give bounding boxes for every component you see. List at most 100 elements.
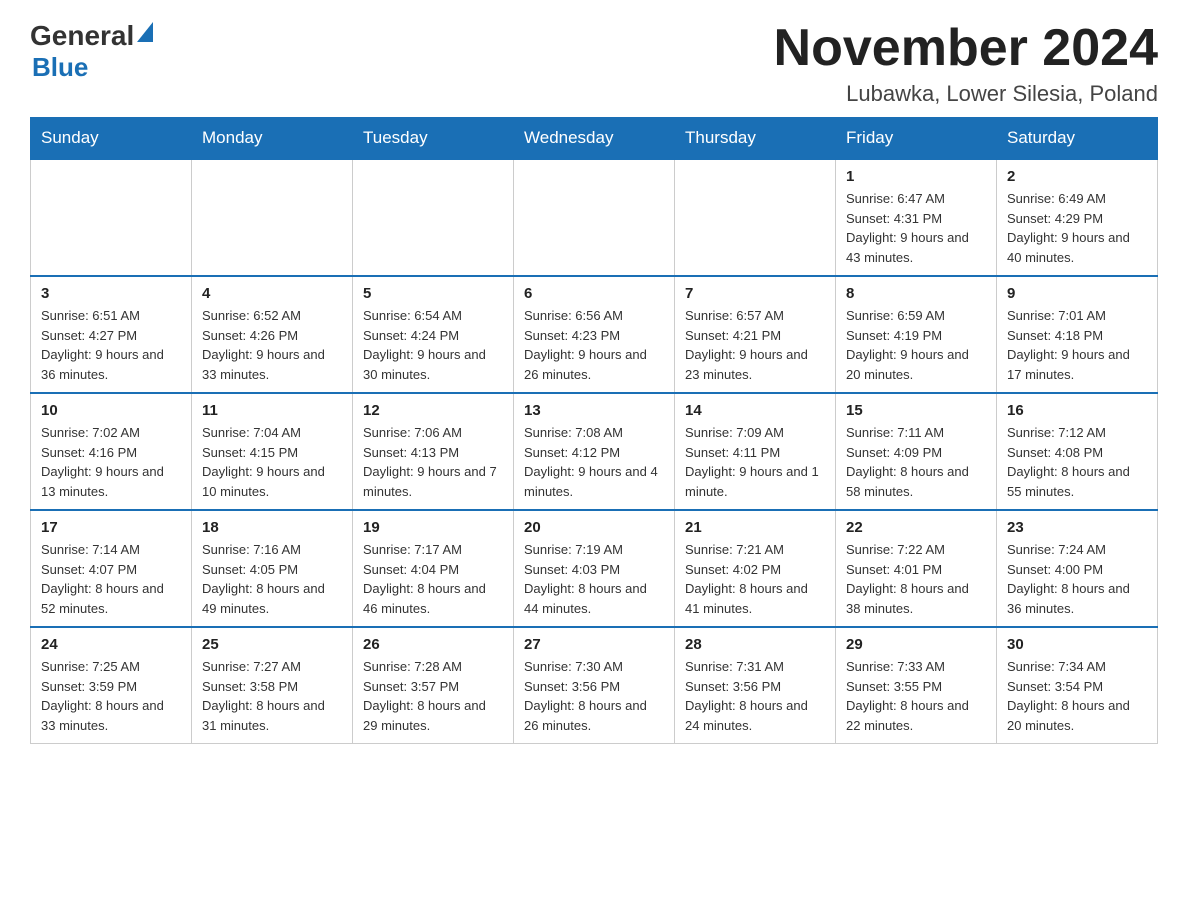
- weekday-header-wednesday: Wednesday: [514, 118, 675, 160]
- day-info: Sunrise: 6:59 AMSunset: 4:19 PMDaylight:…: [846, 306, 986, 384]
- calendar-cell: 8 Sunrise: 6:59 AMSunset: 4:19 PMDaylight…: [836, 276, 997, 393]
- day-number: 10: [41, 402, 181, 419]
- calendar-cell: 15 Sunrise: 7:11 AMSunset: 4:09 PMDayligh…: [836, 393, 997, 510]
- calendar-cell: 27 Sunrise: 7:30 AMSunset: 3:56 PMDayligh…: [514, 627, 675, 744]
- day-number: 14: [685, 402, 825, 419]
- day-info: Sunrise: 7:22 AMSunset: 4:01 PMDaylight:…: [846, 540, 986, 618]
- calendar-cell: 14Sunrise: 7:09 AMSunset: 4:11 PMDayligh…: [675, 393, 836, 510]
- month-title: November 2024: [774, 20, 1158, 77]
- day-number: 22: [846, 519, 986, 536]
- day-number: 2: [1007, 168, 1147, 185]
- day-info: Sunrise: 7:11 AMSunset: 4:09 PMDaylight:…: [846, 423, 986, 501]
- logo-line1: General: [30, 20, 153, 52]
- logo-general-text: General: [30, 20, 134, 52]
- calendar-cell: 12 Sunrise: 7:06 AMSunset: 4:13 PMDayligh…: [353, 393, 514, 510]
- day-info: Sunrise: 6:56 AMSunset: 4:23 PMDaylight:…: [524, 306, 664, 384]
- weekday-header-saturday: Saturday: [997, 118, 1158, 160]
- calendar-cell: 19Sunrise: 7:17 AMSunset: 4:04 PMDayligh…: [353, 510, 514, 627]
- calendar-cell: [192, 159, 353, 276]
- day-info: Sunrise: 7:31 AMSunset: 3:56 PMDaylight:…: [685, 657, 825, 735]
- title-area: November 2024 Lubawka, Lower Silesia, Po…: [774, 20, 1158, 107]
- weekday-header-friday: Friday: [836, 118, 997, 160]
- day-info: Sunrise: 6:47 AMSunset: 4:31 PMDaylight:…: [846, 189, 986, 267]
- calendar-cell: [353, 159, 514, 276]
- weekday-header-tuesday: Tuesday: [353, 118, 514, 160]
- logo: General Blue: [30, 20, 153, 83]
- day-number: 7: [685, 285, 825, 302]
- day-info: Sunrise: 7:25 AMSunset: 3:59 PMDaylight:…: [41, 657, 181, 735]
- day-number: 6: [524, 285, 664, 302]
- calendar-cell: 26Sunrise: 7:28 AMSunset: 3:57 PMDayligh…: [353, 627, 514, 744]
- day-info: Sunrise: 7:04 AMSunset: 4:15 PMDaylight:…: [202, 423, 342, 501]
- calendar-cell: 7 Sunrise: 6:57 AMSunset: 4:21 PMDaylight…: [675, 276, 836, 393]
- calendar-cell: 1 Sunrise: 6:47 AMSunset: 4:31 PMDaylight…: [836, 159, 997, 276]
- calendar-cell: 29 Sunrise: 7:33 AMSunset: 3:55 PMDayligh…: [836, 627, 997, 744]
- calendar-header-row: SundayMondayTuesdayWednesdayThursdayFrid…: [31, 118, 1158, 160]
- day-number: 17: [41, 519, 181, 536]
- calendar-cell: 23 Sunrise: 7:24 AMSunset: 4:00 PMDayligh…: [997, 510, 1158, 627]
- calendar-week-row: 24Sunrise: 7:25 AMSunset: 3:59 PMDayligh…: [31, 627, 1158, 744]
- day-info: Sunrise: 7:06 AMSunset: 4:13 PMDaylight:…: [363, 423, 503, 501]
- calendar-cell: 9Sunrise: 7:01 AMSunset: 4:18 PMDaylight…: [997, 276, 1158, 393]
- day-info: Sunrise: 6:49 AMSunset: 4:29 PMDaylight:…: [1007, 189, 1147, 267]
- calendar-week-row: 10 Sunrise: 7:02 AMSunset: 4:16 PMDayligh…: [31, 393, 1158, 510]
- day-info: Sunrise: 6:51 AMSunset: 4:27 PMDaylight:…: [41, 306, 181, 384]
- day-info: Sunrise: 7:16 AMSunset: 4:05 PMDaylight:…: [202, 540, 342, 618]
- day-info: Sunrise: 6:54 AMSunset: 4:24 PMDaylight:…: [363, 306, 503, 384]
- calendar-cell: 18 Sunrise: 7:16 AMSunset: 4:05 PMDayligh…: [192, 510, 353, 627]
- day-number: 29: [846, 636, 986, 653]
- day-info: Sunrise: 7:14 AMSunset: 4:07 PMDaylight:…: [41, 540, 181, 618]
- day-number: 30: [1007, 636, 1147, 653]
- calendar-cell: 28 Sunrise: 7:31 AMSunset: 3:56 PMDayligh…: [675, 627, 836, 744]
- calendar-table: SundayMondayTuesdayWednesdayThursdayFrid…: [30, 117, 1158, 744]
- calendar-week-row: 3Sunrise: 6:51 AMSunset: 4:27 PMDaylight…: [31, 276, 1158, 393]
- calendar-cell: 17 Sunrise: 7:14 AMSunset: 4:07 PMDayligh…: [31, 510, 192, 627]
- day-number: 5: [363, 285, 503, 302]
- calendar-week-row: 1 Sunrise: 6:47 AMSunset: 4:31 PMDaylight…: [31, 159, 1158, 276]
- calendar-cell: 4Sunrise: 6:52 AMSunset: 4:26 PMDaylight…: [192, 276, 353, 393]
- day-number: 21: [685, 519, 825, 536]
- calendar-cell: 16 Sunrise: 7:12 AMSunset: 4:08 PMDayligh…: [997, 393, 1158, 510]
- day-number: 28: [685, 636, 825, 653]
- day-info: Sunrise: 7:34 AMSunset: 3:54 PMDaylight:…: [1007, 657, 1147, 735]
- day-number: 12: [363, 402, 503, 419]
- calendar-cell: 22 Sunrise: 7:22 AMSunset: 4:01 PMDayligh…: [836, 510, 997, 627]
- day-number: 23: [1007, 519, 1147, 536]
- calendar-cell: 21Sunrise: 7:21 AMSunset: 4:02 PMDayligh…: [675, 510, 836, 627]
- day-info: Sunrise: 7:19 AMSunset: 4:03 PMDaylight:…: [524, 540, 664, 618]
- calendar-cell: [514, 159, 675, 276]
- logo-blue-text: Blue: [32, 52, 88, 83]
- calendar-cell: 20Sunrise: 7:19 AMSunset: 4:03 PMDayligh…: [514, 510, 675, 627]
- day-number: 13: [524, 402, 664, 419]
- day-number: 11: [202, 402, 342, 419]
- day-info: Sunrise: 6:57 AMSunset: 4:21 PMDaylight:…: [685, 306, 825, 384]
- day-info: Sunrise: 7:33 AMSunset: 3:55 PMDaylight:…: [846, 657, 986, 735]
- day-number: 18: [202, 519, 342, 536]
- day-number: 1: [846, 168, 986, 185]
- calendar-cell: 25 Sunrise: 7:27 AMSunset: 3:58 PMDayligh…: [192, 627, 353, 744]
- calendar-cell: 24Sunrise: 7:25 AMSunset: 3:59 PMDayligh…: [31, 627, 192, 744]
- logo-triangle-icon: [137, 22, 153, 42]
- day-info: Sunrise: 7:28 AMSunset: 3:57 PMDaylight:…: [363, 657, 503, 735]
- day-number: 19: [363, 519, 503, 536]
- day-number: 4: [202, 285, 342, 302]
- day-info: Sunrise: 7:02 AMSunset: 4:16 PMDaylight:…: [41, 423, 181, 501]
- day-info: Sunrise: 7:30 AMSunset: 3:56 PMDaylight:…: [524, 657, 664, 735]
- day-number: 25: [202, 636, 342, 653]
- day-info: Sunrise: 7:24 AMSunset: 4:00 PMDaylight:…: [1007, 540, 1147, 618]
- page-header: General Blue November 2024 Lubawka, Lowe…: [30, 20, 1158, 107]
- calendar-cell: 10 Sunrise: 7:02 AMSunset: 4:16 PMDayligh…: [31, 393, 192, 510]
- day-number: 8: [846, 285, 986, 302]
- calendar-cell: 13 Sunrise: 7:08 AMSunset: 4:12 PMDayligh…: [514, 393, 675, 510]
- weekday-header-sunday: Sunday: [31, 118, 192, 160]
- calendar-cell: 2 Sunrise: 6:49 AMSunset: 4:29 PMDaylight…: [997, 159, 1158, 276]
- day-number: 27: [524, 636, 664, 653]
- day-info: Sunrise: 7:08 AMSunset: 4:12 PMDaylight:…: [524, 423, 664, 501]
- day-info: Sunrise: 7:12 AMSunset: 4:08 PMDaylight:…: [1007, 423, 1147, 501]
- calendar-week-row: 17 Sunrise: 7:14 AMSunset: 4:07 PMDayligh…: [31, 510, 1158, 627]
- day-number: 16: [1007, 402, 1147, 419]
- day-info: Sunrise: 7:01 AMSunset: 4:18 PMDaylight:…: [1007, 306, 1147, 384]
- calendar-cell: [31, 159, 192, 276]
- day-info: Sunrise: 7:27 AMSunset: 3:58 PMDaylight:…: [202, 657, 342, 735]
- day-number: 15: [846, 402, 986, 419]
